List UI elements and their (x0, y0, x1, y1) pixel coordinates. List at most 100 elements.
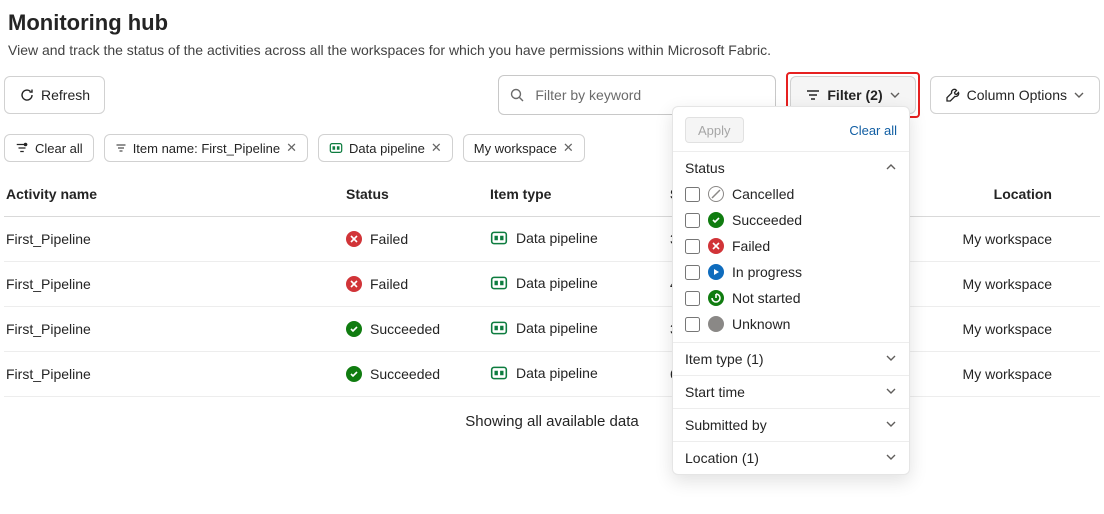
section-label: Submitted by (685, 417, 767, 433)
chevron-down-icon (889, 89, 901, 101)
clear-all-label: Clear all (35, 141, 83, 156)
cell-location: My workspace (918, 307, 1100, 352)
status-option-succeeded[interactable]: Succeeded (685, 212, 897, 228)
search-icon (509, 87, 525, 103)
refresh-label: Refresh (41, 87, 90, 103)
chevron-up-icon (885, 160, 897, 176)
col-status[interactable]: Status (344, 172, 488, 217)
succeeded-icon (708, 212, 724, 228)
cancelled-icon (708, 186, 724, 202)
section-location-1-[interactable]: Location (1) (673, 442, 909, 474)
pipeline-icon (490, 229, 508, 247)
failed-icon (346, 276, 362, 292)
column-options-button[interactable]: Column Options (930, 76, 1100, 114)
close-icon[interactable]: ✕ (563, 140, 574, 156)
status-option-inprogress[interactable]: In progress (685, 264, 897, 280)
section-submitted-by[interactable]: Submitted by (673, 409, 909, 441)
chip-data-pipeline[interactable]: Data pipeline ✕ (318, 134, 453, 162)
checkbox[interactable] (685, 265, 700, 280)
page-subtitle: View and track the status of the activit… (8, 42, 1100, 58)
option-label: In progress (732, 264, 802, 280)
section-item-type-1-[interactable]: Item type (1) (673, 343, 909, 375)
activities-table: Activity name Status Item type Start Loc… (4, 172, 1100, 397)
cell-location: My workspace (918, 262, 1100, 307)
checkbox[interactable] (685, 317, 700, 332)
checkbox[interactable] (685, 187, 700, 202)
table-row[interactable]: First_PipelineSucceededData pipeline3:42… (4, 307, 1100, 352)
section-status[interactable]: Status (673, 152, 909, 184)
filter-icon (115, 142, 127, 154)
pipeline-icon (490, 274, 508, 292)
section-label: Start time (685, 384, 745, 400)
cell-activity: First_Pipeline (4, 352, 344, 397)
chip-my-workspace[interactable]: My workspace ✕ (463, 134, 585, 162)
chip-label: My workspace (474, 141, 557, 156)
pipeline-icon (490, 364, 508, 382)
section-status-label: Status (685, 160, 725, 176)
option-label: Not started (732, 290, 800, 306)
chevron-down-icon (1073, 89, 1085, 101)
column-options-label: Column Options (967, 87, 1067, 103)
option-label: Succeeded (732, 212, 802, 228)
section-start-time[interactable]: Start time (673, 376, 909, 408)
refresh-icon (19, 87, 35, 103)
cell-activity: First_Pipeline (4, 217, 344, 262)
unknown-icon (708, 316, 724, 332)
cell-item-type: Data pipeline (490, 364, 598, 382)
cell-location: My workspace (918, 352, 1100, 397)
in-progress-icon (708, 264, 724, 280)
table-row[interactable]: First_PipelineFailedData pipeline4:15 PM… (4, 262, 1100, 307)
cell-status: Failed (346, 231, 408, 247)
pipeline-icon (490, 319, 508, 337)
cell-activity: First_Pipeline (4, 307, 344, 352)
page-title: Monitoring hub (8, 10, 1100, 36)
cell-status: Succeeded (346, 321, 440, 337)
col-item-type[interactable]: Item type (488, 172, 668, 217)
table-row[interactable]: First_PipelineFailedData pipeline3:40 PM… (4, 217, 1100, 262)
status-option-cancelled[interactable]: Cancelled (685, 186, 897, 202)
pipeline-icon (329, 141, 343, 155)
clear-filter-icon (15, 141, 29, 155)
search-input[interactable] (533, 86, 765, 104)
filter-icon (805, 87, 821, 103)
section-label: Location (1) (685, 450, 759, 466)
option-label: Cancelled (732, 186, 794, 202)
cell-item-type: Data pipeline (490, 229, 598, 247)
table-header-row: Activity name Status Item type Start Loc… (4, 172, 1100, 217)
succeeded-icon (346, 366, 362, 382)
chevron-down-icon (885, 417, 897, 433)
status-option-failed[interactable]: Failed (685, 238, 897, 254)
checkbox[interactable] (685, 213, 700, 228)
col-activity[interactable]: Activity name (4, 172, 344, 217)
option-label: Unknown (732, 316, 790, 332)
cell-status: Failed (346, 276, 408, 292)
status-option-unknown[interactable]: Unknown (685, 316, 897, 332)
status-option-notstarted[interactable]: Not started (685, 290, 897, 306)
chip-label: Item name: First_Pipeline (133, 141, 280, 156)
clear-all-chip[interactable]: Clear all (4, 134, 94, 162)
succeeded-icon (346, 321, 362, 337)
close-icon[interactable]: ✕ (286, 140, 297, 156)
cell-location: My workspace (918, 217, 1100, 262)
filter-label: Filter (2) (827, 87, 882, 103)
chevron-down-icon (885, 450, 897, 466)
refresh-button[interactable]: Refresh (4, 76, 105, 114)
table-row[interactable]: First_PipelineSucceededData pipeline6:08… (4, 352, 1100, 397)
checkbox[interactable] (685, 291, 700, 306)
wrench-icon (945, 87, 961, 103)
panel-clear-all-link[interactable]: Clear all (849, 123, 897, 138)
col-location[interactable]: Location (918, 172, 1100, 217)
checkbox[interactable] (685, 239, 700, 254)
toolbar: Refresh Filter (2) Column Options (4, 72, 1100, 118)
chip-item-name[interactable]: Item name: First_Pipeline ✕ (104, 134, 308, 162)
chip-label: Data pipeline (349, 141, 425, 156)
option-label: Failed (732, 238, 770, 254)
filter-chips: Clear all Item name: First_Pipeline ✕ Da… (4, 134, 1100, 162)
cell-item-type: Data pipeline (490, 319, 598, 337)
close-icon[interactable]: ✕ (431, 140, 442, 156)
apply-button[interactable]: Apply (685, 117, 744, 143)
not-started-icon (708, 290, 724, 306)
chevron-down-icon (885, 351, 897, 367)
failed-icon (346, 231, 362, 247)
failed-icon (708, 238, 724, 254)
